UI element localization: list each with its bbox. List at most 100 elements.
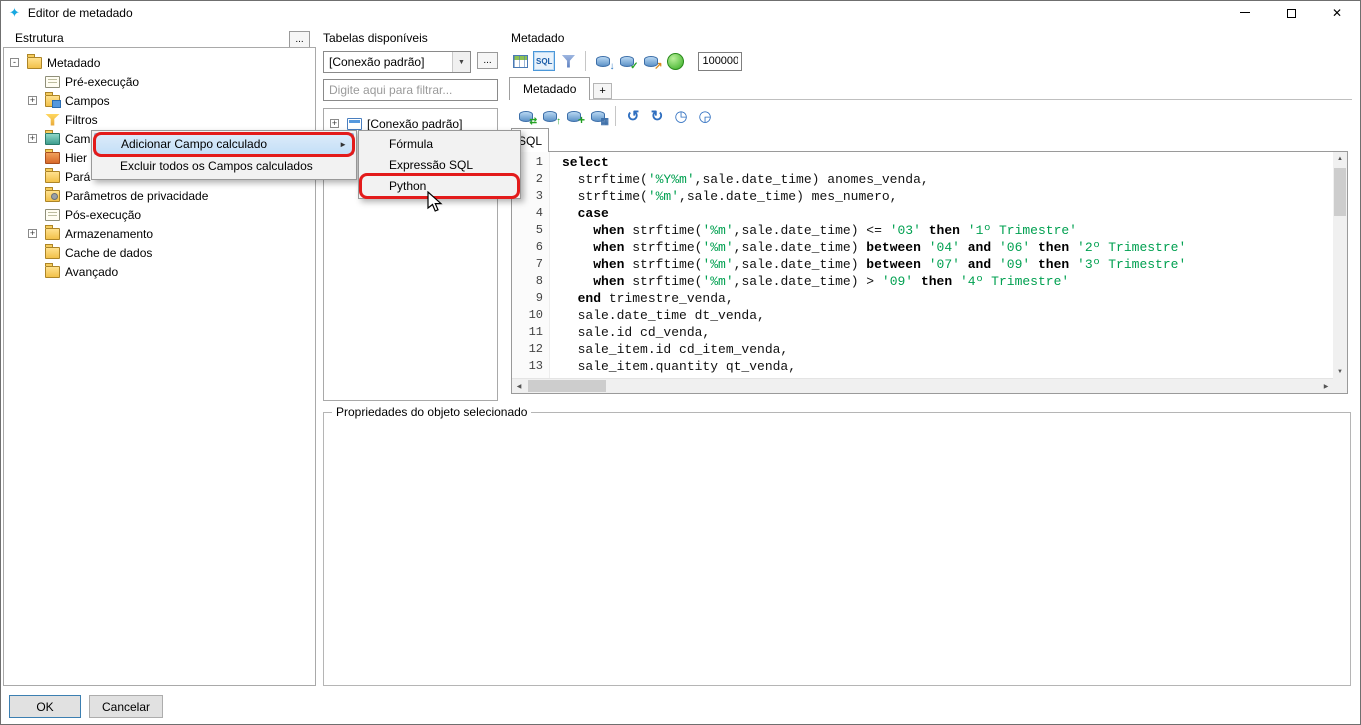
status-ok-icon[interactable]	[664, 50, 686, 72]
mouse-cursor	[427, 191, 443, 213]
tree-item[interactable]: + Campos	[4, 91, 315, 110]
tree-item-label: [Conexão padrão]	[367, 117, 462, 131]
tree-item-label: Hier	[65, 151, 87, 165]
sql-editor[interactable]: 12345678910111213 select strftime('%Y%m'…	[511, 151, 1348, 394]
menu-item-label: Excluir todos os Campos calculados	[120, 159, 313, 173]
titlebar: ✦ Editor de metadado ✕	[1, 1, 1360, 24]
scroll-up-button[interactable]: ▲	[1333, 152, 1347, 166]
restore-button[interactable]	[1268, 1, 1314, 24]
horizontal-scroll-thumb[interactable]	[528, 380, 606, 392]
restore-icon	[1287, 9, 1296, 18]
tree-item[interactable]: Filtros	[4, 110, 315, 129]
line-number: 9	[512, 290, 543, 307]
context-menu: Adicionar Campo calculado► Excluir todos …	[91, 130, 357, 180]
history-clock-icon[interactable]	[670, 105, 692, 127]
menu-item-label: Adicionar Campo calculado	[121, 137, 267, 151]
tree-item-label: Avançado	[65, 265, 118, 279]
hierarchy-icon	[45, 152, 60, 164]
tree-item-label: Pará	[65, 170, 90, 184]
db-sync-icon[interactable]	[515, 105, 537, 127]
menu-item[interactable]: Adicionar Campo calculado►	[94, 133, 354, 155]
menu-item[interactable]: Fórmula	[361, 133, 518, 154]
tree-item-label: Cache de dados	[65, 246, 152, 260]
tree-item[interactable]: + Armazenamento	[4, 224, 315, 243]
metadata-tabs: Metadado+	[509, 77, 612, 100]
tree-item[interactable]: Cache de dados	[4, 243, 315, 262]
code-area[interactable]: select strftime('%Y%m',sale.date_time) a…	[550, 152, 1333, 379]
advanced-icon	[45, 266, 60, 278]
tree-item[interactable]: Pré-execução	[4, 72, 315, 91]
undo-circle-icon[interactable]	[622, 105, 644, 127]
menu-item[interactable]: Expressão SQL	[361, 154, 518, 175]
tree-item-label: Metadado	[47, 56, 100, 70]
code-line: end trimestre_venda,	[562, 290, 1333, 307]
metadata-folder-icon	[27, 57, 42, 69]
available-tables-label: Tabelas disponíveis	[323, 31, 428, 45]
collapse-icon[interactable]: -	[10, 58, 19, 67]
horizontal-scrollbar[interactable]: ◀ ▶	[512, 378, 1333, 393]
vertical-scroll-thumb[interactable]	[1334, 168, 1346, 216]
menu-item[interactable]: Excluir todos os Campos calculados	[94, 155, 354, 177]
sql-toolbar	[515, 103, 716, 129]
tab-sql-label: SQL	[518, 134, 542, 148]
filter-icon[interactable]	[557, 50, 579, 72]
cancel-button[interactable]: Cancelar	[89, 695, 163, 718]
toolbar-separator	[615, 106, 616, 126]
metadata-label: Metadado	[511, 31, 564, 45]
expand-icon[interactable]: +	[28, 96, 37, 105]
tree-item[interactable]: Parâmetros de privacidade	[4, 186, 315, 205]
line-number: 13	[512, 358, 543, 375]
add-tab-button[interactable]: +	[593, 83, 611, 99]
tree-item-label: Armazenamento	[65, 227, 153, 241]
toolbar-separator	[585, 51, 586, 71]
structure-options-button[interactable]: ...	[289, 31, 310, 48]
row-limit-input[interactable]	[698, 52, 742, 71]
schedule-clock-icon[interactable]	[694, 105, 716, 127]
cache-icon	[45, 247, 60, 259]
table-filter-input[interactable]	[323, 79, 498, 101]
connection-options-button[interactable]: ...	[477, 52, 498, 69]
redo-circle-icon[interactable]	[646, 105, 668, 127]
tab-metadado[interactable]: Metadado	[509, 77, 590, 100]
tree-item-label: Campos	[65, 94, 110, 108]
expand-icon[interactable]: +	[28, 229, 37, 238]
expand-icon[interactable]: +	[330, 119, 339, 128]
properties-legend: Propriedades do objeto selecionado	[332, 405, 531, 419]
connection-select[interactable]: [Conexão padrão] ▼	[323, 51, 471, 73]
fields-icon	[45, 95, 60, 107]
ok-button[interactable]: OK	[9, 695, 81, 718]
minimize-button[interactable]	[1222, 1, 1268, 24]
code-line: when strftime('%m',sale.date_time) <= '0…	[562, 222, 1333, 239]
line-number: 4	[512, 205, 543, 222]
connection-select-value: [Conexão padrão]	[324, 55, 452, 69]
db-table-icon[interactable]	[587, 105, 609, 127]
line-number: 10	[512, 307, 543, 324]
close-button[interactable]: ✕	[1314, 1, 1360, 24]
tree-item[interactable]: Avançado	[4, 262, 315, 281]
window-title: Editor de metadado	[28, 6, 133, 20]
db-download-icon[interactable]	[592, 50, 614, 72]
code-line: sale.id cd_venda,	[562, 324, 1333, 341]
code-line: sale.date_time dt_venda,	[562, 307, 1333, 324]
tree-item[interactable]: - Metadado	[4, 53, 315, 72]
scroll-left-button[interactable]: ◀	[512, 379, 526, 393]
expand-icon[interactable]: +	[28, 134, 37, 143]
scroll-down-button[interactable]: ▼	[1333, 365, 1347, 379]
db-check-icon[interactable]	[616, 50, 638, 72]
scroll-right-button[interactable]: ▶	[1319, 379, 1333, 393]
tree-item[interactable]: Pós-execução	[4, 205, 315, 224]
db-add-icon[interactable]	[563, 105, 585, 127]
code-line: sale_item.id cd_item_venda,	[562, 341, 1333, 358]
db-export-icon[interactable]	[640, 50, 662, 72]
line-number: 11	[512, 324, 543, 341]
code-line: strftime('%m',sale.date_time) mes_numero…	[562, 188, 1333, 205]
menu-item-label: Expressão SQL	[389, 158, 473, 172]
sql-view-button[interactable]: SQL	[533, 51, 555, 71]
db-upload-icon[interactable]	[539, 105, 561, 127]
menu-item-label: Python	[389, 179, 426, 193]
table-view-icon[interactable]	[509, 50, 531, 72]
code-line: when strftime('%m',sale.date_time) betwe…	[562, 256, 1333, 273]
vertical-scrollbar[interactable]: ▲ ▼	[1333, 152, 1347, 379]
tab-strip-line	[509, 99, 1352, 100]
metadata-toolbar: SQL	[509, 48, 742, 74]
